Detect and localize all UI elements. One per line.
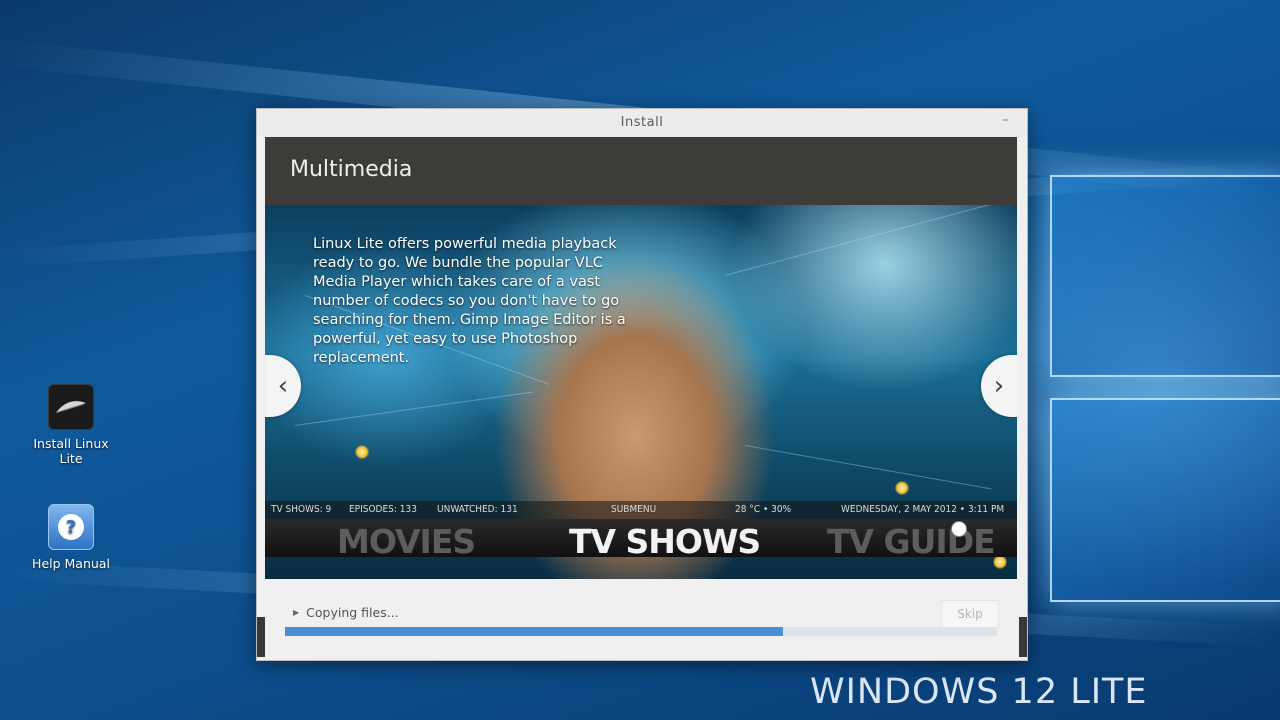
installer-window: Install – Multimedia Linux Lite offers p… [256,108,1028,661]
kodi-menu: MOVIES TV SHOWS TV GUIDE [265,519,1017,561]
kodi-submenu: SUBMENU [611,504,657,515]
os-watermark: WINDOWS 12 LITE [810,672,1148,712]
status-text: Copying files... [306,605,399,620]
section-header: Multimedia [265,137,1017,205]
decor [744,445,992,490]
desktop-icon-install-linux-lite[interactable]: Install Linux Lite [26,384,116,466]
kodi-menu-tv-guide: TV GUIDE [827,522,996,561]
kodi-episodes: EPISODES: 133 [349,504,417,515]
mouse-cursor [951,521,967,537]
decor [355,445,369,459]
progress-details-toggle[interactable]: ▶ Copying files... [293,605,399,620]
kodi-tv-shows: TV SHOWS: 9 [271,504,332,515]
decor [294,391,533,426]
expand-arrow-icon: ▶ [293,608,300,617]
kodi-menu-movies: MOVIES [337,522,476,561]
decor [1019,617,1027,657]
skip-button[interactable]: Skip [941,600,999,628]
desktop-icon-help-manual[interactable]: ? Help Manual [26,504,116,571]
decor [895,481,909,495]
previous-slide-button[interactable]: ‹ [265,355,301,417]
chevron-left-icon: ‹ [277,371,289,401]
kodi-datetime: WEDNESDAY, 2 MAY 2012 • 3:11 PM [841,504,1005,515]
section-title: Multimedia [290,157,413,182]
progress-bar-fill [285,627,784,636]
kodi-unwatched: UNWATCHED: 131 [437,504,518,515]
decor [257,617,265,657]
question-icon: ? [48,504,94,550]
chevron-right-icon: › [993,371,1005,401]
svg-text:?: ? [66,517,76,538]
slide-description: Linux Lite offers powerful media playbac… [313,236,626,366]
feather-icon [48,384,94,430]
kodi-menu-tv-shows: TV SHOWS [569,522,761,561]
progress-bar [285,627,997,636]
desktop-icon-label: Help Manual [32,556,110,571]
progress-area: ▶ Copying files... Skip [265,579,1017,659]
minimize-button[interactable]: – [1002,112,1009,128]
windows-logo-pane [1050,398,1280,602]
desktop-icon-label: Install Linux Lite [33,436,109,466]
kodi-status-bar: TV SHOWS: 9 EPISODES: 133 UNWATCHED: 131… [265,501,1017,519]
windows-logo-pane [1050,175,1280,377]
slideshow-image: Linux Lite offers powerful media playbac… [265,205,1017,579]
kodi-weather: 28 °C • 30% [735,504,792,515]
next-slide-button[interactable]: › [981,355,1017,417]
decor [724,205,996,276]
window-titlebar[interactable]: Install – [257,109,1027,137]
window-title: Install [620,115,664,130]
decor [993,555,1007,569]
